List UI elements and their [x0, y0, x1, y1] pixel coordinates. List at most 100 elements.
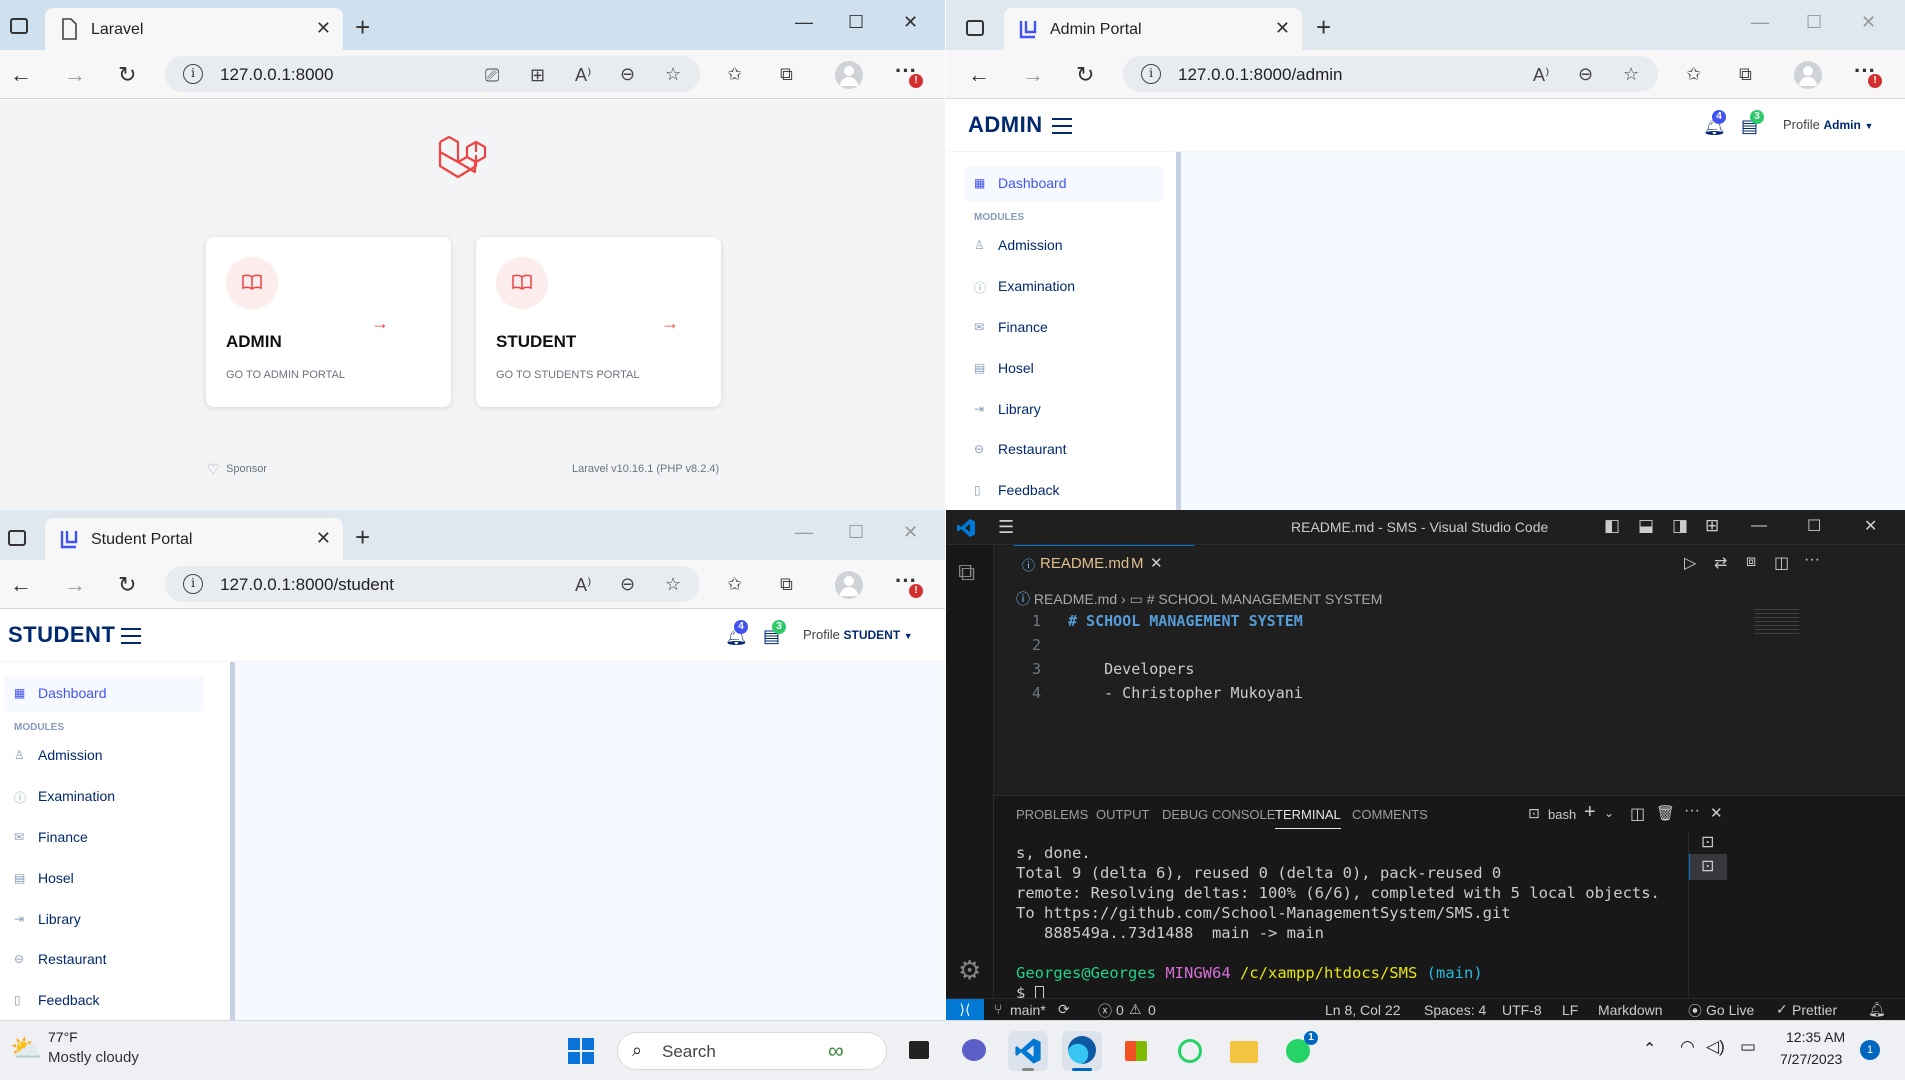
profile-avatar[interactable] [835, 61, 863, 89]
sidebar-item-library[interactable]: ⇥ Library [964, 392, 1164, 428]
whatsapp-taskbar-icon[interactable] [1170, 1031, 1210, 1071]
add-favorite-icon[interactable]: ☆ [665, 64, 681, 85]
add-favorite-icon[interactable]: ☆ [1623, 64, 1639, 85]
add-favorite-icon[interactable]: ☆ [665, 574, 681, 595]
explorer-icon[interactable]: ⧉ [958, 559, 975, 587]
close-window-button[interactable]: ✕ [903, 522, 918, 543]
forward-button[interactable]: → [1022, 62, 1044, 88]
sidebar-item-dashboard[interactable]: ▦ Dashboard [4, 676, 204, 712]
close-tab-icon[interactable]: ✕ [1150, 554, 1163, 572]
teams-chat-icon[interactable] [954, 1031, 994, 1071]
refresh-button[interactable]: ↻ [118, 572, 136, 598]
task-view-icon[interactable] [900, 1031, 940, 1071]
run-icon[interactable]: ▷ [1684, 553, 1696, 573]
status-eol[interactable]: LF [1562, 1002, 1578, 1018]
sidebar-item-finance[interactable]: ✉ Finance [4, 820, 204, 856]
extensions-icon[interactable]: ⊞ [530, 65, 545, 86]
terminal-instance-icon[interactable]: ⊡ [1689, 854, 1727, 880]
zoom-icon[interactable]: ⊖ [1578, 64, 1593, 85]
minimize-button[interactable]: — [795, 522, 813, 543]
tab-actions-icon[interactable] [966, 20, 984, 36]
back-button[interactable]: ← [10, 62, 32, 88]
status-golive[interactable]: Go Live [1706, 1002, 1754, 1018]
sidebar-item-feedback[interactable]: ▯ Feedback [4, 983, 204, 1019]
favorites-icon[interactable]: ✩ [727, 574, 742, 595]
sidebar-item-dashboard[interactable]: ▦ Dashboard [964, 166, 1164, 202]
back-button[interactable]: ← [968, 62, 990, 88]
sidebar-item-examination[interactable]: ⓘ Examination [4, 779, 204, 815]
show-hidden-icons-chevron[interactable]: ⌃ [1643, 1039, 1656, 1059]
maximize-button[interactable]: ☐ [1806, 12, 1822, 33]
toggle-panel-icon[interactable]: ⬓ [1638, 516, 1654, 536]
sidebar-item-library[interactable]: ⇥ Library [4, 902, 204, 938]
refresh-button[interactable]: ↻ [1076, 62, 1094, 88]
favorites-icon[interactable]: ✩ [1686, 64, 1701, 85]
new-terminal-icon[interactable]: + [1584, 801, 1596, 824]
read-aloud-icon[interactable]: A⁾ [575, 575, 591, 596]
clock-time[interactable]: 12:35 AM [1786, 1029, 1845, 1045]
file-explorer-icon[interactable] [1224, 1031, 1264, 1071]
site-info-icon[interactable]: i [183, 574, 203, 594]
maximize-button[interactable]: ☐ [1807, 516, 1821, 536]
sidebar-item-restaurant[interactable]: ⊖ Restaurant [4, 942, 204, 978]
browser-tab-laravel[interactable]: Laravel ✕ [45, 8, 343, 50]
minimize-button[interactable]: — [795, 12, 813, 33]
panel-tab-comments[interactable]: COMMENTS [1352, 807, 1428, 822]
sponsor-link[interactable]: Sponsor [226, 463, 267, 475]
status-position[interactable]: Ln 8, Col 22 [1325, 1002, 1401, 1018]
settings-gear-icon[interactable]: ⚙ [958, 955, 981, 986]
notifications-bell-icon[interactable]: 🔔︎ [1868, 1001, 1886, 1018]
browser-tab-admin[interactable]: Admin Portal ✕ [1004, 8, 1302, 50]
split-editor-icon[interactable]: ◫ [1774, 553, 1789, 573]
status-prettier[interactable]: Prettier [1792, 1002, 1837, 1018]
status-branch[interactable]: main* [1010, 1002, 1046, 1018]
status-errors[interactable]: 0 [1116, 1002, 1124, 1018]
battery-icon[interactable]: ▭ [1740, 1037, 1756, 1057]
panel-tab-terminal[interactable]: TERMINAL [1275, 807, 1341, 829]
panel-tab-problems[interactable]: PROBLEMS [1016, 807, 1088, 822]
student-card[interactable]: → STUDENT GO TO STUDENTS PORTAL [476, 237, 721, 407]
terminal-instance-icon[interactable]: ⊡ [1701, 832, 1714, 852]
new-tab-button[interactable]: + [355, 522, 370, 553]
back-button[interactable]: ← [10, 572, 32, 598]
status-spaces[interactable]: Spaces: 4 [1424, 1002, 1486, 1018]
sidebar-item-hosel[interactable]: ▤ Hosel [4, 861, 204, 897]
sidebar-item-admission[interactable]: ♙ Admission [964, 228, 1164, 264]
address-bar[interactable]: i 127.0.0.1:8000/student A⁾ ⊖ ☆ [165, 566, 700, 602]
portal-logo[interactable]: ADMIN [968, 112, 1043, 138]
profile-avatar[interactable] [1794, 61, 1822, 89]
address-bar[interactable]: i 127.0.0.1:8000 ⎚ ⊞ A⁾ ⊖ ☆ [165, 56, 700, 92]
hamburger-menu-icon[interactable] [1052, 118, 1072, 134]
volume-icon[interactable]: ◁) [1706, 1037, 1725, 1057]
panel-tab-output[interactable]: OUTPUT [1096, 807, 1149, 822]
taskbar-search[interactable]: ⌕ Search ∞ [617, 1032, 887, 1070]
zoom-icon[interactable]: ⊖ [620, 574, 635, 595]
vscode-taskbar-icon[interactable] [1008, 1031, 1048, 1071]
breadcrumb-file[interactable]: README.md [1034, 591, 1117, 607]
close-window-button[interactable]: ✕ [1861, 12, 1876, 33]
sidebar-item-hosel[interactable]: ▤ Hosel [964, 351, 1164, 387]
read-aloud-icon[interactable]: A⁾ [1533, 65, 1549, 86]
favorites-icon[interactable]: ✩ [727, 64, 742, 85]
compare-icon[interactable]: ⇄ [1714, 553, 1727, 573]
remote-indicator[interactable]: ⟩⟨ [946, 999, 984, 1020]
chevron-down-icon[interactable]: ⌄ [1604, 806, 1614, 820]
terminal-shell-name[interactable]: bash [1548, 807, 1576, 822]
close-panel-icon[interactable]: ✕ [1710, 804, 1723, 822]
whatsapp-taskbar-icon-2[interactable]: 1 [1278, 1031, 1318, 1071]
profile-menu[interactable]: Profile STUDENT ▼ [803, 627, 913, 642]
zoom-icon[interactable]: ⊖ [620, 64, 635, 85]
browser-tab-student[interactable]: Student Portal ✕ [45, 518, 343, 560]
sidebar-item-restaurant[interactable]: ⊖ Restaurant [964, 432, 1164, 468]
collections-icon[interactable]: ⧉ [1739, 64, 1752, 85]
sidebar-item-examination[interactable]: ⓘ Examination [964, 269, 1164, 305]
refresh-button[interactable]: ↻ [118, 62, 136, 88]
menu-icon[interactable]: ☰ [998, 517, 1014, 538]
profile-avatar[interactable] [835, 571, 863, 599]
sync-icon[interactable]: ⟳ [1058, 1001, 1070, 1018]
breadcrumb-symbol[interactable]: # SCHOOL MANAGEMENT SYSTEM [1147, 591, 1383, 607]
close-tab-icon[interactable]: ✕ [1275, 18, 1290, 39]
split-terminal-icon[interactable]: ◫ [1630, 804, 1645, 824]
minimize-button[interactable]: — [1751, 12, 1769, 33]
forward-button[interactable]: → [64, 62, 86, 88]
